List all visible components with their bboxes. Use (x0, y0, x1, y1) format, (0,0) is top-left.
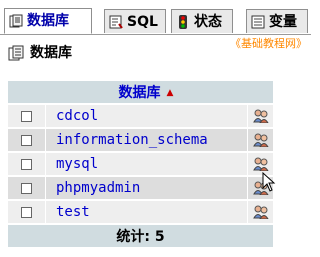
mouse-cursor-icon (262, 172, 276, 192)
tab-label: 状态 (194, 14, 222, 30)
row-checkbox[interactable] (21, 134, 32, 146)
tab-variables[interactable]: 变量 (246, 9, 308, 33)
table-row: cdcol (8, 105, 273, 127)
watermark: 《基础教程网》 (230, 37, 307, 50)
databases-table: 数据库 ▲ cdcol information_schema mysql php… (8, 79, 273, 249)
column-header-database[interactable]: 数据库 ▲ (45, 81, 247, 103)
tab-databases[interactable]: 数据库 (4, 8, 92, 34)
database-icon (8, 45, 24, 61)
header-spacer (247, 81, 273, 103)
database-icon (9, 14, 23, 28)
database-link[interactable]: phpmyadmin (45, 177, 247, 199)
check-privileges-icon[interactable] (252, 205, 269, 220)
table-row: mysql (8, 153, 273, 175)
tab-sql[interactable]: SQL (104, 9, 166, 33)
status-icon (179, 15, 187, 29)
page-title: 数据库 (8, 44, 72, 62)
sort-ascending-icon: ▲ (166, 88, 174, 98)
database-link[interactable]: cdcol (45, 105, 247, 127)
database-link[interactable]: information_schema (45, 129, 247, 151)
row-checkbox[interactable] (21, 206, 32, 218)
row-checkbox[interactable] (21, 158, 32, 170)
tab-bar: 数据库 SQL 状态 变量 (0, 0, 311, 35)
table-row: test (8, 201, 273, 223)
check-privileges-icon[interactable] (252, 109, 269, 124)
check-privileges-icon[interactable] (252, 133, 269, 148)
sql-icon (109, 15, 123, 29)
database-link[interactable]: mysql (45, 153, 247, 175)
table-row: phpmyadmin (8, 177, 273, 199)
page-title-text: 数据库 (30, 45, 72, 61)
tab-label: 变量 (269, 14, 297, 30)
tab-label: SQL (127, 14, 158, 30)
column-header-label: 数据库 (118, 85, 161, 101)
row-checkbox[interactable] (21, 182, 32, 194)
tab-label: 数据库 (27, 13, 69, 29)
database-link[interactable]: test (45, 201, 247, 223)
table-row: information_schema (8, 129, 273, 151)
tab-status[interactable]: 状态 (171, 9, 233, 33)
variables-icon (251, 15, 265, 29)
row-checkbox[interactable] (21, 110, 32, 122)
database-count: 统计: 5 (8, 225, 273, 247)
check-privileges-icon[interactable] (252, 157, 269, 172)
table-footer-row: 统计: 5 (8, 225, 273, 247)
header-spacer (8, 81, 45, 103)
table-header-row: 数据库 ▲ (8, 81, 273, 103)
